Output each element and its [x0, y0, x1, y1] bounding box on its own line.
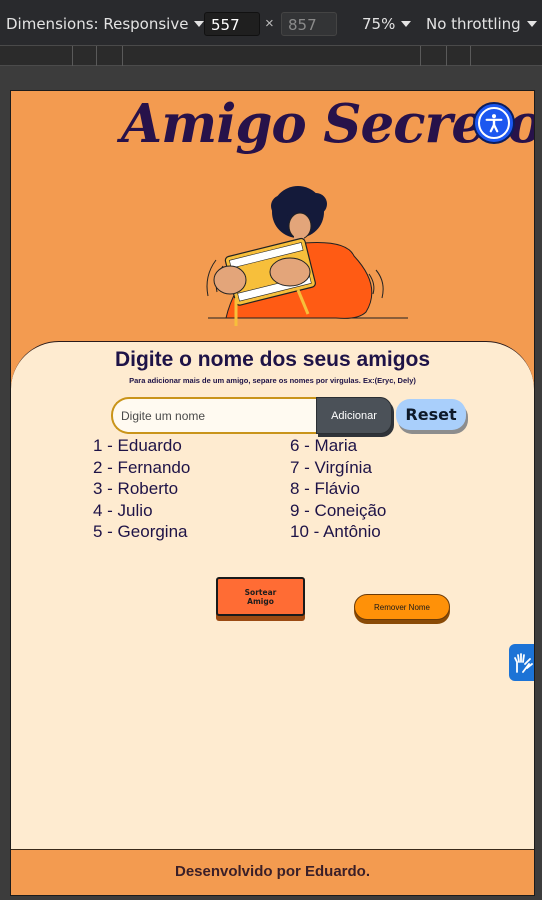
throttling-label: No throttling: [426, 15, 521, 33]
times-symbol: ×: [265, 15, 274, 32]
chevron-down-icon: [526, 21, 537, 27]
list-item: 6 - Maria: [290, 436, 358, 455]
list-item: 9 - Coneição: [290, 500, 387, 520]
draw-button-label-line2: Amigo: [247, 596, 274, 606]
ruler-divider: [122, 46, 123, 66]
friends-list-column-2: 6 - Maria 7 - Virgínia 8 - Flávio 9 - Co…: [290, 435, 470, 543]
list-item: 2 - Fernando: [93, 457, 191, 477]
height-input[interactable]: 857: [281, 12, 337, 36]
list-item: 1 - Eduardo: [93, 436, 182, 455]
chevron-down-icon: [401, 21, 412, 27]
dimensions-label: Dimensions: Responsive: [6, 15, 189, 33]
friends-list-column-1: 1 - Eduardo 2 - Fernando 3 - Roberto 4 -…: [93, 435, 273, 543]
person-playing-game-illustration: [206, 186, 408, 326]
dimensions-dropdown[interactable]: Dimensions: Responsive: [6, 15, 205, 33]
ruler-divider: [420, 46, 421, 66]
width-input[interactable]: 557: [204, 12, 260, 36]
zoom-label: 75%: [362, 15, 396, 33]
throttling-dropdown[interactable]: No throttling: [426, 15, 537, 33]
chevron-down-icon: [194, 21, 205, 27]
page-footer: Desenvolvido por Eduardo.: [11, 849, 534, 895]
ruler-divider: [470, 46, 471, 66]
list-item: 8 - Flávio: [290, 479, 360, 499]
ruler-divider: [446, 46, 447, 66]
devtools-toolbar: Dimensions: Responsive 557 × 857 75% No …: [0, 0, 542, 46]
main-content-card: Digite o nome dos seus amigos Para adici…: [11, 341, 534, 851]
ruler-divider: [96, 46, 97, 66]
vlibras-widget-button[interactable]: [509, 644, 534, 681]
list-item: 7 - Virgínia: [290, 457, 372, 477]
list-item: 3 - Roberto: [93, 479, 179, 499]
friend-name-input[interactable]: [111, 397, 321, 434]
list-item: 5 - Georgina: [93, 522, 188, 542]
media-query-ruler[interactable]: [0, 46, 542, 66]
sign-language-hands-icon: [513, 652, 533, 673]
ruler-divider: [72, 46, 73, 66]
zoom-dropdown[interactable]: 75%: [362, 15, 412, 33]
device-viewport: Amigo Secreto Digite o nome dos seus ami…: [10, 90, 535, 896]
add-friend-button[interactable]: Adicionar: [316, 397, 392, 434]
instructions-text: Para adicionar mais de um amigo, separe …: [129, 376, 416, 385]
list-item: 10 - Antônio: [290, 522, 381, 542]
viewport-resize-edge[interactable]: [535, 90, 542, 900]
accessibility-button[interactable]: [473, 102, 515, 144]
reset-button[interactable]: Reset: [396, 399, 466, 430]
draw-button-label-line1: Sortear: [244, 587, 277, 597]
remove-name-button[interactable]: Remover Nome: [354, 594, 450, 620]
section-heading: Digite o nome dos seus amigos: [114, 348, 431, 371]
accessibility-icon: [478, 107, 510, 139]
list-item: 4 - Julio: [93, 500, 153, 520]
footer-credit: Desenvolvido por Eduardo.: [174, 863, 371, 880]
draw-friend-button[interactable]: Sortear Amigo: [216, 577, 305, 616]
